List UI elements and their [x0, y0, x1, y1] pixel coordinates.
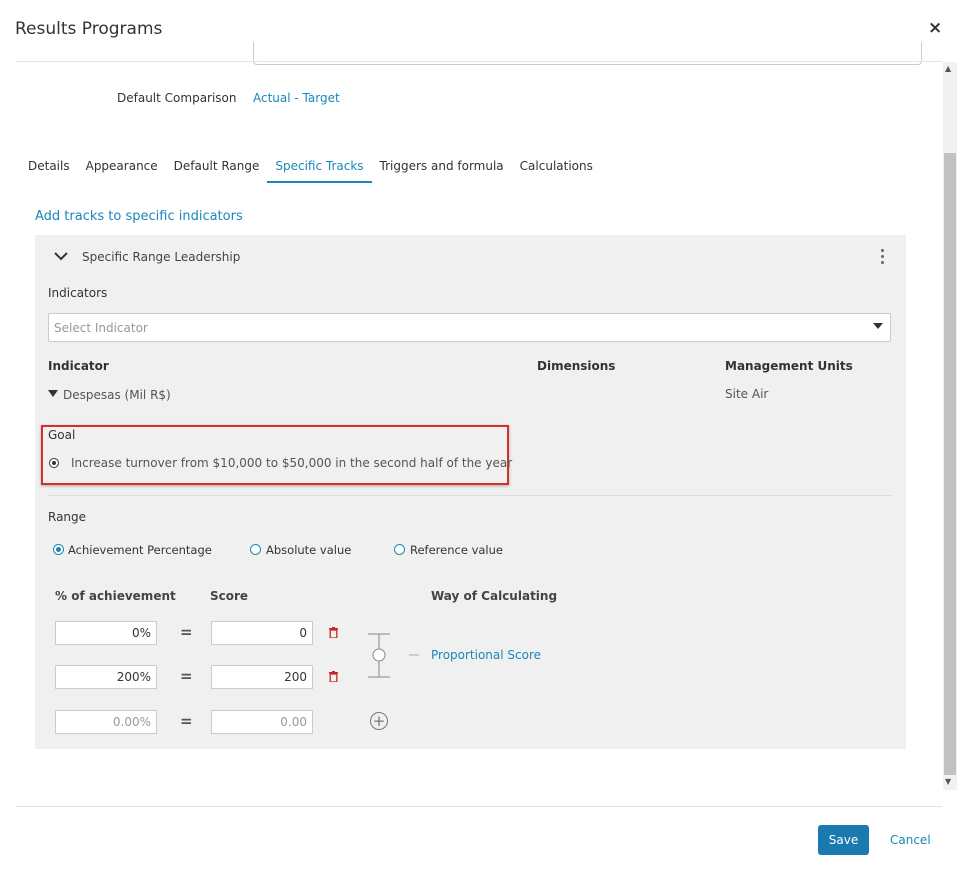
- absolute-value-radio[interactable]: [250, 544, 261, 555]
- management-units-column-header: Management Units: [725, 359, 853, 373]
- score-input[interactable]: 200: [211, 665, 313, 689]
- tab-bar: Details Appearance Default Range Specifi…: [28, 159, 609, 183]
- way-of-calculating-header: Way of Calculating: [431, 589, 558, 603]
- reference-value-radio[interactable]: [394, 544, 405, 555]
- chevron-down-icon[interactable]: [54, 252, 68, 261]
- footer-divider: [15, 806, 942, 807]
- section-divider: [48, 495, 893, 496]
- tab-details[interactable]: Details: [28, 159, 70, 183]
- save-button[interactable]: Save: [818, 825, 869, 855]
- header-divider: [15, 61, 942, 62]
- scrollbar-thumb[interactable]: [944, 153, 956, 775]
- new-achievement-input[interactable]: 0.00%: [55, 710, 157, 734]
- absolute-value-label: Absolute value: [266, 543, 352, 557]
- goal-highlight-box: [41, 425, 509, 485]
- new-score-input[interactable]: 0.00: [211, 710, 313, 734]
- add-row-icon[interactable]: +: [370, 712, 388, 730]
- trash-icon[interactable]: [329, 671, 338, 682]
- achievement-percentage-radio[interactable]: [53, 544, 64, 555]
- default-comparison-label: Default Comparison: [117, 91, 237, 105]
- achievement-input[interactable]: 200%: [55, 665, 157, 689]
- tab-appearance[interactable]: Appearance: [86, 159, 158, 183]
- achievement-input[interactable]: 0%: [55, 621, 157, 645]
- tab-specific-tracks[interactable]: Specific Tracks: [267, 159, 372, 183]
- goal-label: Goal: [48, 428, 76, 442]
- tab-default-range[interactable]: Default Range: [174, 159, 260, 183]
- dialog-title: Results Programs: [15, 19, 163, 39]
- track-title: Specific Range Leadership: [82, 250, 241, 264]
- goal-radio[interactable]: [49, 458, 59, 468]
- scroll-up-arrow-icon[interactable]: ▲: [945, 64, 951, 73]
- score-input[interactable]: 0: [211, 621, 313, 645]
- range-label: Range: [48, 510, 87, 524]
- equals-sign: =: [180, 667, 193, 685]
- indicator-select[interactable]: Select Indicator: [48, 313, 891, 342]
- achievement-percentage-label: Achievement Percentage: [68, 543, 212, 557]
- equals-sign: =: [180, 712, 193, 730]
- proportional-connector-icon: [368, 633, 419, 678]
- caret-down-icon: [873, 323, 883, 329]
- indicator-name: Despesas (Mil R$): [63, 388, 171, 402]
- kebab-menu-icon[interactable]: [879, 249, 885, 264]
- indicators-label: Indicators: [48, 286, 108, 300]
- close-icon[interactable]: ×: [928, 18, 942, 38]
- goal-option-label: Increase turnover from $10,000 to $50,00…: [71, 456, 513, 470]
- add-tracks-link[interactable]: Add tracks to specific indicators: [35, 209, 243, 224]
- management-unit-value: Site Air: [725, 387, 769, 401]
- cancel-button[interactable]: Cancel: [890, 833, 931, 847]
- select-placeholder: Select Indicator: [54, 321, 148, 335]
- scroll-down-arrow-icon[interactable]: ▼: [945, 777, 951, 786]
- indicator-column-header: Indicator: [48, 359, 109, 373]
- trash-icon[interactable]: [329, 627, 338, 638]
- score-column-header: Score: [210, 589, 249, 603]
- proportional-score-link[interactable]: Proportional Score: [431, 648, 541, 662]
- tab-triggers-and-formula[interactable]: Triggers and formula: [380, 159, 504, 183]
- achievement-column-header: % of achievement: [55, 589, 176, 603]
- expand-triangle-icon[interactable]: [48, 390, 58, 397]
- default-comparison-link[interactable]: Actual - Target: [253, 91, 340, 105]
- equals-sign: =: [180, 623, 193, 641]
- dimensions-column-header: Dimensions: [537, 359, 616, 373]
- reference-value-label: Reference value: [410, 543, 503, 557]
- tab-calculations[interactable]: Calculations: [520, 159, 593, 183]
